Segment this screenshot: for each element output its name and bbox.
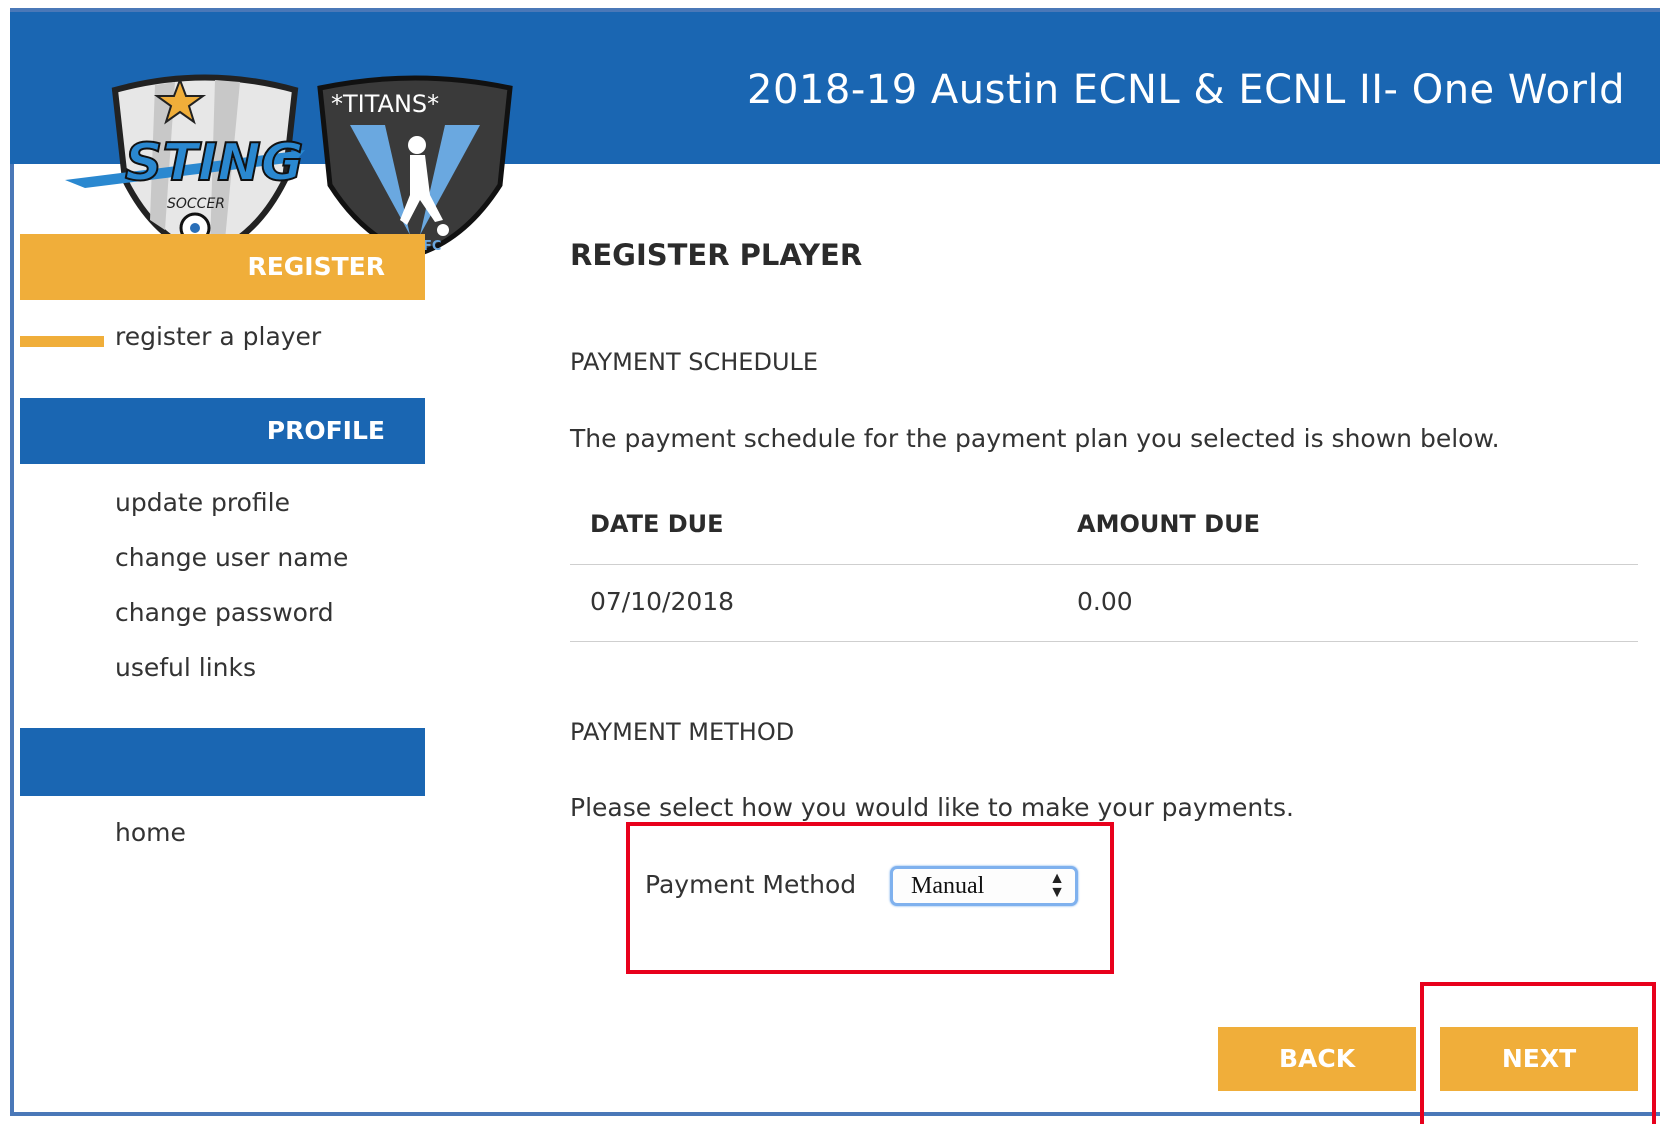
payment-schedule-heading: PAYMENT SCHEDULE — [570, 348, 819, 376]
sting-logo-subtext: SOCCER — [167, 196, 225, 212]
active-item-indicator — [20, 336, 104, 347]
payment-method-heading: PAYMENT METHOD — [570, 718, 795, 746]
sidebar-heading-blank — [20, 728, 425, 796]
sidebar-heading-register: REGISTER — [20, 234, 425, 300]
sidebar-item-home[interactable]: home — [115, 818, 186, 847]
back-button[interactable]: BACK — [1218, 1027, 1416, 1091]
page-title: REGISTER PLAYER — [570, 238, 863, 272]
page-header-title: 2018-19 Austin ECNL & ECNL II- One World — [747, 67, 1625, 113]
table-row: 07/10/2018 0.00 — [570, 565, 1638, 642]
sidebar-item-change-password[interactable]: change password — [115, 598, 334, 627]
sting-logo-text: STING — [125, 133, 303, 193]
titans-logo-text: *TITANS* — [331, 90, 439, 118]
cell-amount-due: 0.00 — [1077, 587, 1133, 616]
titans-logo-subtext: FC — [423, 239, 441, 254]
column-header-amount-due: AMOUNT DUE — [1077, 510, 1260, 538]
sidebar-item-useful-links[interactable]: useful links — [115, 653, 256, 682]
cell-date-due: 07/10/2018 — [590, 587, 735, 616]
sidebar-item-change-user-name[interactable]: change user name — [115, 543, 348, 572]
payment-schedule-text: The payment schedule for the payment pla… — [570, 424, 1500, 453]
club-logo[interactable]: STING SOCCER *TITANS* FC — [55, 70, 515, 260]
sidebar-item-update-profile[interactable]: update profile — [115, 488, 290, 517]
sidebar-heading-profile: PROFILE — [20, 398, 425, 464]
highlight-box-payment-method — [626, 822, 1114, 974]
column-header-date-due: DATE DUE — [590, 510, 724, 538]
highlight-box-next-button — [1420, 982, 1656, 1124]
payment-schedule-table: DATE DUE AMOUNT DUE 07/10/2018 0.00 — [570, 498, 1638, 642]
table-header-row: DATE DUE AMOUNT DUE — [570, 498, 1638, 565]
payment-method-text: Please select how you would like to make… — [570, 793, 1294, 822]
sidebar-item-register-player[interactable]: register a player — [115, 322, 321, 351]
